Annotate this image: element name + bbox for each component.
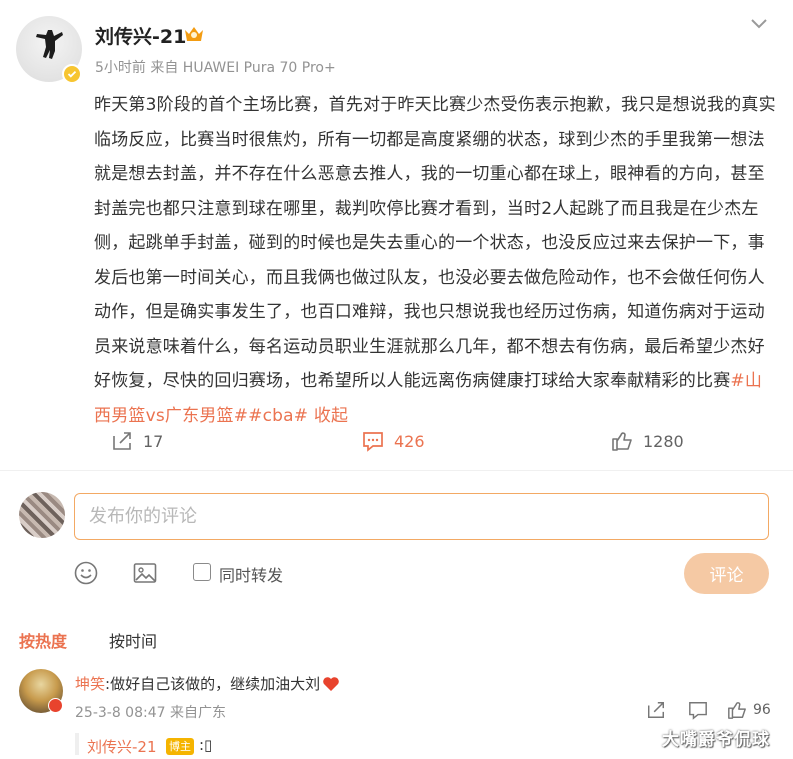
like-button[interactable]: 1280 — [611, 430, 684, 452]
divider — [0, 470, 793, 471]
tab-sort-hot[interactable]: 按热度 — [19, 628, 67, 652]
comment-meta: 25-3-8 08:47 来自广东 — [75, 705, 226, 721]
comment-count: 426 — [394, 431, 425, 451]
comment-input[interactable] — [74, 493, 769, 540]
post-text: 昨天第3阶段的首个主场比赛，首先对于昨天比赛少杰受伤表示抱歉，我只是想说我的真实… — [94, 95, 776, 391]
comment-reply-button[interactable] — [688, 700, 708, 720]
author-name[interactable]: 刘传兴-21 — [95, 22, 186, 49]
comment-like-count: 96 — [753, 702, 771, 718]
collapse-link[interactable]: 收起 — [308, 406, 348, 426]
verified-badge-icon — [62, 64, 82, 84]
thumbs-up-icon — [612, 432, 632, 451]
author-badge: 博主 — [166, 738, 194, 755]
like-count: 1280 — [643, 431, 684, 451]
watermark: 大嘴爵爷侃球 — [662, 730, 770, 750]
hashtag-link[interactable]: #cba# — [248, 406, 308, 426]
repost-count: 17 — [143, 431, 164, 451]
repost-icon — [648, 702, 664, 718]
comment-button[interactable]: 426 — [362, 430, 425, 452]
member-crown-icon — [185, 27, 203, 41]
post-body: 昨天第3阶段的首个主场比赛，首先对于昨天比赛少杰受伤表示抱歉，我只是想说我的真实… — [94, 88, 776, 433]
chevron-down-icon[interactable] — [747, 14, 771, 34]
reply-text: :▯ — [199, 736, 213, 754]
comment-content: 坤笑 :做好自己该做的，继续加油大刘 — [75, 673, 340, 694]
player-silhouette-icon — [36, 30, 63, 59]
comment-repost-button[interactable] — [646, 700, 666, 720]
submit-comment-button[interactable]: 评论 — [684, 553, 769, 594]
commenter-name[interactable]: 坤笑 — [75, 673, 105, 694]
post-meta: 5小时前 来自 HUAWEI Pura 70 Pro+ — [95, 60, 336, 76]
user-badge-icon — [48, 698, 63, 713]
repost-checkbox-label[interactable]: 同时转发 — [219, 562, 283, 586]
thumbs-up-icon — [728, 702, 746, 719]
comment-text: :做好自己该做的，继续加油大刘 — [105, 675, 321, 693]
post-actions: 17 426 1280 — [0, 430, 793, 456]
repost-checkbox[interactable] — [193, 563, 211, 581]
comment-like-button[interactable]: 96 — [727, 700, 771, 720]
repost-button[interactable]: 17 — [111, 430, 163, 452]
image-icon[interactable] — [132, 560, 158, 586]
reply-author-name[interactable]: 刘传兴-21 — [87, 736, 157, 757]
my-avatar[interactable] — [19, 492, 65, 538]
comment-icon — [363, 432, 383, 452]
emoji-icon[interactable] — [73, 560, 99, 586]
heart-icon — [323, 676, 339, 691]
tab-sort-time[interactable]: 按时间 — [109, 628, 157, 652]
comment-icon — [689, 702, 707, 720]
reply-indent-bar — [75, 733, 79, 755]
repost-icon — [113, 432, 131, 450]
